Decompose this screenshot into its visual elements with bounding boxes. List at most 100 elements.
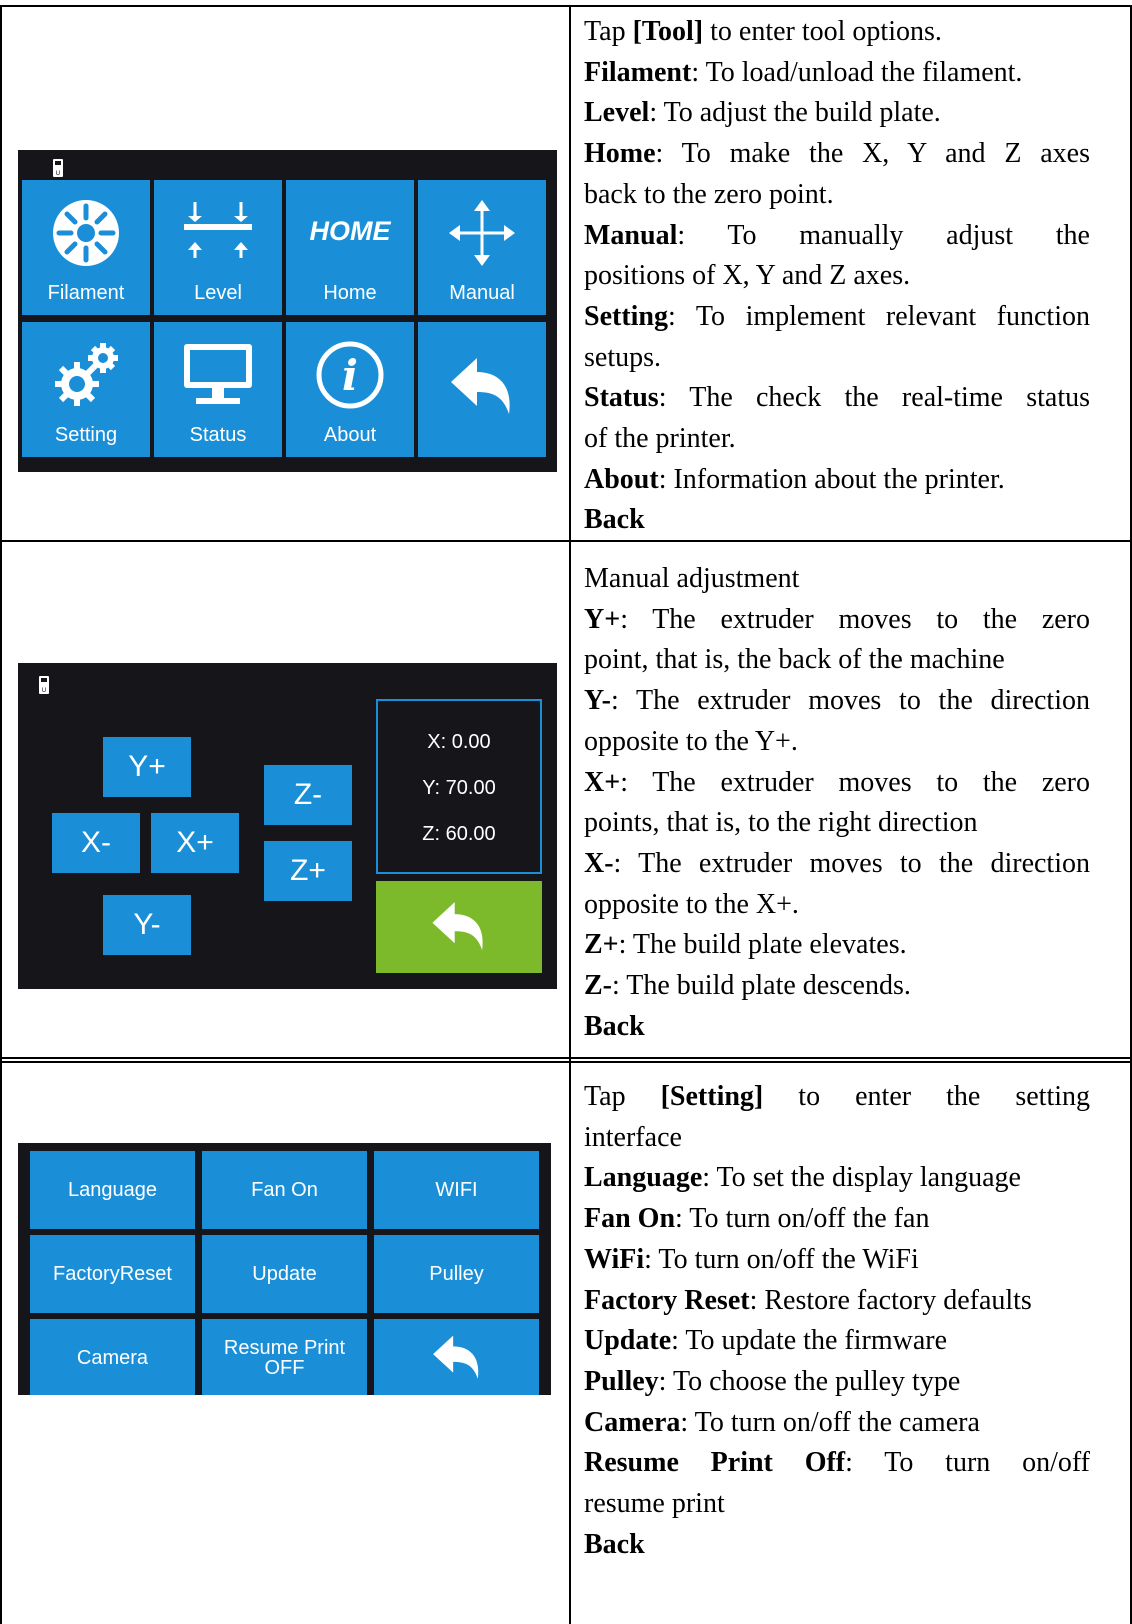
y-plus-button[interactable]: Y+ bbox=[103, 737, 191, 797]
desc-line: Factory Reset: Restore factory defaults bbox=[584, 1281, 1090, 1322]
desc-bold: X- bbox=[584, 847, 614, 879]
tile-manual[interactable]: Manual bbox=[418, 180, 546, 315]
language-button[interactable]: Language bbox=[30, 1151, 195, 1229]
update-button[interactable]: Update bbox=[202, 1235, 367, 1313]
desc-line: Home: To make the X, Y and Z axes bbox=[584, 134, 1090, 175]
desc-text: of the printer. bbox=[584, 423, 736, 455]
desc-text: opposite to the X+. bbox=[584, 888, 799, 920]
desc-text: : Restore factory defaults bbox=[749, 1284, 1032, 1316]
z-plus-button[interactable]: Z+ bbox=[264, 841, 352, 901]
desc-bold: Status bbox=[584, 382, 659, 414]
tool-screen: U Filament Level HOME Home Manual Settin… bbox=[18, 150, 557, 472]
tile-home[interactable]: HOME Home bbox=[286, 180, 414, 315]
desc-line: Update: To update the firmware bbox=[584, 1321, 1090, 1362]
desc-text: : The extruder moves to the zero bbox=[620, 766, 1090, 798]
desc-line: Language: To set the display language bbox=[584, 1158, 1090, 1199]
tile-label: Setting bbox=[54, 424, 118, 446]
desc-bold: Z+ bbox=[584, 929, 619, 961]
home-icon-text: HOME bbox=[309, 216, 391, 246]
desc-bold: Y- bbox=[584, 685, 611, 717]
tile-status[interactable]: Status bbox=[154, 322, 282, 457]
desc-text: positions of X, Y and Z axes. bbox=[584, 260, 911, 292]
level-icon bbox=[154, 198, 282, 262]
desc-bold: About bbox=[584, 463, 659, 495]
manual-screen: U Y+ X- X+ Y- Z- Z+ X: 0.00 Y: 70.00 Z: … bbox=[18, 663, 557, 989]
desc-line: back to the zero point. bbox=[584, 175, 1090, 216]
tile-level[interactable]: Level bbox=[154, 180, 282, 315]
coordinate-panel: X: 0.00 Y: 70.00 Z: 60.00 bbox=[376, 699, 542, 874]
z-minus-button[interactable]: Z- bbox=[264, 765, 352, 825]
desc-bold: Fan On bbox=[584, 1203, 676, 1235]
tile-label: Manual bbox=[449, 282, 515, 304]
desc-text: : To load/unload the filament. bbox=[691, 56, 1023, 88]
desc-text: : To turn on/off the WiFi bbox=[644, 1243, 919, 1275]
row-divider-2b bbox=[0, 1061, 1132, 1063]
resume-print-button[interactable]: Resume Print OFF bbox=[202, 1319, 367, 1395]
fan-on-button[interactable]: Fan On bbox=[202, 1151, 367, 1229]
desc-text: : To turn on/off the fan bbox=[675, 1203, 930, 1235]
pulley-button[interactable]: Pulley bbox=[374, 1235, 539, 1313]
tile-setting[interactable]: Setting bbox=[22, 322, 150, 457]
wifi-button[interactable]: WIFI bbox=[374, 1151, 539, 1229]
desc-text: : The build plate descends. bbox=[612, 970, 911, 1002]
camera-button[interactable]: Camera bbox=[30, 1319, 195, 1395]
desc-text: : To update the firmware bbox=[671, 1325, 947, 1357]
desc-text: : The build plate elevates. bbox=[618, 929, 907, 961]
desc-line: Filament: To load/unload the filament. bbox=[584, 53, 1090, 94]
desc-line: Fan On: To turn on/off the fan bbox=[584, 1199, 1090, 1240]
home-icon: HOME bbox=[286, 216, 414, 247]
desc-text: : To turn on/off bbox=[845, 1447, 1090, 1479]
desc-bold: [Tool] bbox=[632, 16, 704, 47]
desc-text: : The extruder moves to the direction bbox=[613, 847, 1090, 879]
z-coordinate: Z: 60.00 bbox=[422, 823, 496, 845]
svg-text:U: U bbox=[56, 170, 60, 177]
desc-text: : To turn on/off the camera bbox=[680, 1406, 980, 1438]
back-button[interactable] bbox=[374, 1319, 539, 1395]
desc-bold: Level bbox=[584, 97, 650, 129]
resume-print-state: OFF bbox=[264, 1357, 305, 1379]
tile-filament[interactable]: Filament bbox=[22, 180, 150, 315]
filament-icon bbox=[22, 198, 150, 268]
desc-bold: Resume Print Off bbox=[584, 1447, 846, 1479]
desc-text: : The extruder moves to the direction bbox=[610, 685, 1090, 717]
desc-line: Manual adjustment bbox=[584, 559, 1090, 600]
resume-print-label: Resume Print bbox=[223, 1337, 346, 1359]
y-minus-button[interactable]: Y- bbox=[103, 895, 191, 955]
tile-back[interactable] bbox=[418, 322, 546, 457]
desc-bold: Pulley bbox=[584, 1365, 659, 1397]
desc-bold: Z- bbox=[584, 970, 612, 1002]
setting-description: Tap [Setting] to enter the setting inter… bbox=[584, 1077, 1090, 1565]
desc-line: Z+: The build plate elevates. bbox=[584, 925, 1090, 966]
desc-text: to enter the setting bbox=[763, 1081, 1090, 1112]
desc-text: Tap bbox=[584, 1081, 661, 1112]
monitor-icon bbox=[154, 340, 282, 410]
factory-reset-button[interactable]: FactoryReset bbox=[30, 1235, 195, 1313]
desc-text: : To implement relevant function bbox=[668, 300, 1090, 332]
tile-label: Level bbox=[194, 282, 242, 304]
tile-about[interactable]: i About bbox=[286, 322, 414, 457]
desc-bold: Back bbox=[584, 1010, 645, 1042]
desc-bold: WiFi bbox=[584, 1243, 645, 1275]
row-divider-2a bbox=[0, 1057, 1132, 1059]
desc-bold: Setting bbox=[584, 300, 668, 332]
desc-text: : To adjust the build plate. bbox=[649, 97, 941, 129]
desc-line: Pulley: To choose the pulley type bbox=[584, 1362, 1090, 1403]
info-icon: i bbox=[286, 340, 414, 410]
desc-line: Z-: The build plate descends. bbox=[584, 966, 1090, 1007]
back-arrow-icon bbox=[418, 352, 546, 422]
tile-label: Home bbox=[323, 282, 377, 304]
desc-text: to enter tool options. bbox=[703, 16, 942, 47]
back-arrow-icon bbox=[432, 902, 483, 951]
desc-line: X-: The extruder moves to the direction bbox=[584, 844, 1090, 885]
desc-line: resume print bbox=[584, 1484, 1090, 1525]
x-coordinate: X: 0.00 bbox=[427, 731, 491, 753]
x-minus-button[interactable]: X- bbox=[52, 813, 140, 873]
desc-line: point, that is, the back of the machine bbox=[584, 640, 1090, 681]
desc-line: Back bbox=[584, 1525, 1090, 1566]
desc-line: Tap [Tool] to enter tool options. bbox=[584, 12, 1090, 53]
desc-bold: Back bbox=[584, 1528, 645, 1560]
back-button[interactable] bbox=[376, 881, 542, 973]
desc-bold: Filament bbox=[584, 56, 692, 88]
x-plus-button[interactable]: X+ bbox=[151, 813, 239, 873]
usb-icon: U bbox=[39, 676, 49, 694]
